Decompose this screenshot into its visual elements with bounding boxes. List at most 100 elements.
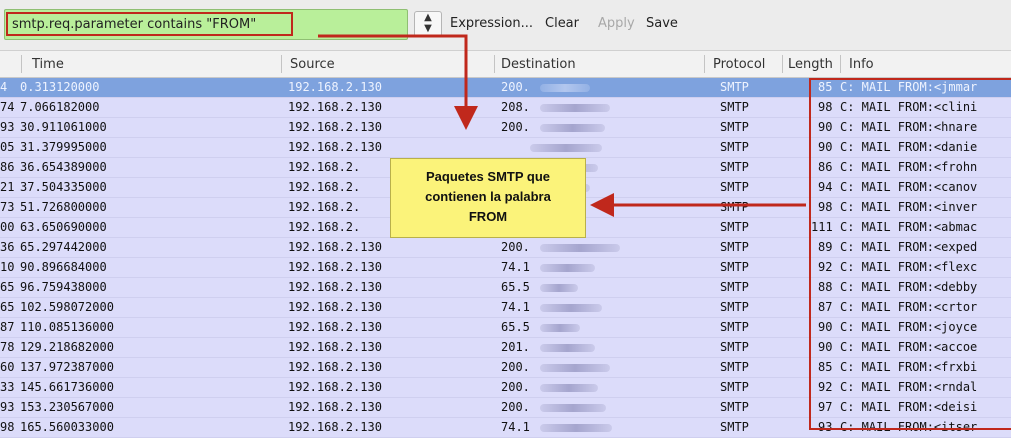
packet-source-cell: 192.168.2.130 bbox=[288, 340, 382, 354]
packet-time-cell: 137.972387000 bbox=[20, 360, 114, 374]
save-button[interactable]: Save bbox=[646, 16, 678, 31]
packet-list-header: Time Source Destination Protocol Length … bbox=[0, 51, 1011, 78]
packet-protocol-cell: SMTP bbox=[720, 240, 749, 254]
packet-protocol-cell: SMTP bbox=[720, 120, 749, 134]
redacted-address bbox=[540, 104, 610, 112]
packet-time-cell: 96.759438000 bbox=[20, 280, 107, 294]
packet-protocol-cell: SMTP bbox=[720, 140, 749, 154]
packet-source-cell: 192.168.2.130 bbox=[288, 260, 382, 274]
packet-source-cell: 192.168.2. bbox=[288, 200, 361, 214]
callout-line: FROM bbox=[468, 209, 508, 224]
packet-destination-cell: 200. bbox=[501, 80, 530, 94]
packet-source-cell: 192.168.2.130 bbox=[288, 240, 382, 254]
packet-time-cell: 90.896684000 bbox=[20, 260, 107, 274]
column-separator[interactable] bbox=[21, 55, 22, 73]
column-separator[interactable] bbox=[281, 55, 282, 73]
packet-protocol-cell: SMTP bbox=[720, 280, 749, 294]
filter-toolbar: smtp.req.parameter contains "FROM" ▲ ▼ Ex… bbox=[0, 0, 1011, 51]
packet-source-cell: 192.168.2.130 bbox=[288, 380, 382, 394]
redacted-address bbox=[540, 264, 595, 272]
packet-time-cell: 153.230567000 bbox=[20, 400, 114, 414]
packet-protocol-cell: SMTP bbox=[720, 400, 749, 414]
packet-destination-cell: 201. bbox=[501, 340, 530, 354]
packet-number-cell: 78 bbox=[0, 340, 15, 354]
redacted-address bbox=[540, 244, 620, 252]
packet-destination-cell: 74.1 bbox=[501, 260, 530, 274]
packet-number-cell: 10 bbox=[0, 260, 15, 274]
packet-source-cell: 192.168.2.130 bbox=[288, 280, 382, 294]
redacted-address bbox=[530, 144, 602, 152]
apply-button[interactable]: Apply bbox=[598, 16, 635, 31]
packet-destination-cell: 200. bbox=[501, 380, 530, 394]
packet-number-cell: 65 bbox=[0, 280, 15, 294]
packet-time-cell: 36.654389000 bbox=[20, 160, 107, 174]
packet-number-cell: 65 bbox=[0, 300, 15, 314]
column-separator[interactable] bbox=[840, 55, 841, 73]
redacted-address bbox=[540, 304, 602, 312]
packet-destination-cell: 200. bbox=[501, 120, 530, 134]
expression-button[interactable]: Expression... bbox=[450, 16, 533, 31]
redacted-address bbox=[540, 424, 612, 432]
packet-number-cell: 05 bbox=[0, 140, 15, 154]
column-header-length[interactable]: Length bbox=[788, 57, 833, 72]
packet-source-cell: 192.168.2. bbox=[288, 160, 361, 174]
redacted-address bbox=[540, 284, 578, 292]
packet-protocol-cell: SMTP bbox=[720, 380, 749, 394]
filter-highlight-box bbox=[6, 12, 293, 36]
callout-line: contienen la palabra bbox=[425, 189, 551, 204]
packet-number-cell: 98 bbox=[0, 420, 15, 434]
annotation-callout: Paquetes SMTP que contienen la palabra F… bbox=[390, 158, 586, 238]
packet-source-cell: 192.168.2.130 bbox=[288, 400, 382, 414]
packet-destination-cell: 65.5 bbox=[501, 280, 530, 294]
packet-source-cell: 192.168.2.130 bbox=[288, 320, 382, 334]
redacted-address bbox=[540, 124, 605, 132]
redacted-address bbox=[540, 404, 606, 412]
column-separator[interactable] bbox=[704, 55, 705, 73]
packet-time-cell: 7.066182000 bbox=[20, 100, 100, 114]
packet-number-cell: 74 bbox=[0, 100, 15, 114]
packet-time-cell: 102.598072000 bbox=[20, 300, 114, 314]
packet-source-cell: 192.168.2. bbox=[288, 220, 361, 234]
packet-number-cell: 87 bbox=[0, 320, 15, 334]
column-separator[interactable] bbox=[782, 55, 783, 73]
packet-protocol-cell: SMTP bbox=[720, 360, 749, 374]
packet-source-cell: 192.168.2.130 bbox=[288, 300, 382, 314]
packet-protocol-cell: SMTP bbox=[720, 420, 749, 434]
packet-destination-cell: 74.1 bbox=[501, 300, 530, 314]
packet-source-cell: 192.168.2.130 bbox=[288, 360, 382, 374]
column-header-destination[interactable]: Destination bbox=[501, 57, 576, 72]
packet-protocol-cell: SMTP bbox=[720, 100, 749, 114]
column-header-source[interactable]: Source bbox=[290, 57, 335, 72]
packet-number-cell: 00 bbox=[0, 220, 15, 234]
packet-protocol-cell: SMTP bbox=[720, 340, 749, 354]
column-separator[interactable] bbox=[494, 55, 495, 73]
packet-time-cell: 65.297442000 bbox=[20, 240, 107, 254]
packet-protocol-cell: SMTP bbox=[720, 180, 749, 194]
packet-protocol-cell: SMTP bbox=[720, 320, 749, 334]
column-header-protocol[interactable]: Protocol bbox=[713, 57, 765, 72]
callout-line: Paquetes SMTP que bbox=[425, 169, 550, 184]
packet-time-cell: 129.218682000 bbox=[20, 340, 114, 354]
packet-time-cell: 145.661736000 bbox=[20, 380, 114, 394]
column-header-time[interactable]: Time bbox=[32, 57, 64, 72]
packet-protocol-cell: SMTP bbox=[720, 300, 749, 314]
packet-source-cell: 192.168.2.130 bbox=[288, 80, 382, 94]
packet-time-cell: 31.379995000 bbox=[20, 140, 107, 154]
packet-time-cell: 63.650690000 bbox=[20, 220, 107, 234]
packet-protocol-cell: SMTP bbox=[720, 200, 749, 214]
packet-destination-cell: 200. bbox=[501, 360, 530, 374]
packet-protocol-cell: SMTP bbox=[720, 160, 749, 174]
packet-number-cell: 73 bbox=[0, 200, 15, 214]
packet-source-cell: 192.168.2. bbox=[288, 180, 361, 194]
redacted-address bbox=[540, 344, 595, 352]
packet-destination-cell: 65.5 bbox=[501, 320, 530, 334]
column-header-info[interactable]: Info bbox=[849, 57, 874, 72]
redacted-address bbox=[540, 84, 590, 92]
packet-number-cell: 36 bbox=[0, 240, 15, 254]
packet-number-cell: 93 bbox=[0, 400, 15, 414]
info-column-highlight-box bbox=[809, 78, 1011, 430]
packet-number-cell: 4 bbox=[0, 80, 8, 94]
filter-history-button[interactable]: ▲ ▼ bbox=[414, 11, 442, 37]
clear-button[interactable]: Clear bbox=[545, 16, 579, 31]
packet-protocol-cell: SMTP bbox=[720, 80, 749, 94]
